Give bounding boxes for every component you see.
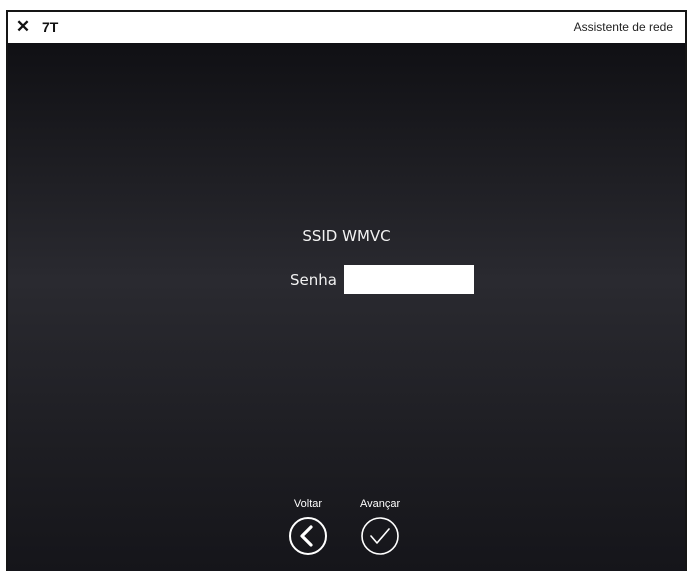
password-row: Senha bbox=[290, 264, 474, 295]
app-code-label: 7T bbox=[42, 19, 59, 35]
window-title: Assistente de rede bbox=[573, 20, 673, 34]
back-button-label: Voltar bbox=[293, 498, 323, 510]
password-label: Senha bbox=[290, 270, 337, 289]
close-button[interactable]: ✕ bbox=[14, 18, 32, 36]
next-button-label: Avançar bbox=[360, 498, 401, 510]
close-icon: ✕ bbox=[15, 17, 31, 36]
next-button[interactable]: Avançar bbox=[360, 498, 400, 556]
wizard-window: ✕ 7T Assistente de rede SSID WMVC Senha … bbox=[6, 10, 687, 571]
back-button[interactable]: Voltar bbox=[288, 498, 328, 556]
ssid-label: SSID WMVC bbox=[302, 227, 391, 245]
password-input[interactable] bbox=[343, 265, 474, 294]
wizard-content: SSID WMVC Senha Voltar Avançar bbox=[8, 43, 685, 571]
title-bar: ✕ 7T Assistente de rede bbox=[8, 12, 685, 43]
checkmark-icon bbox=[360, 516, 400, 556]
chevron-left-icon bbox=[288, 516, 328, 556]
